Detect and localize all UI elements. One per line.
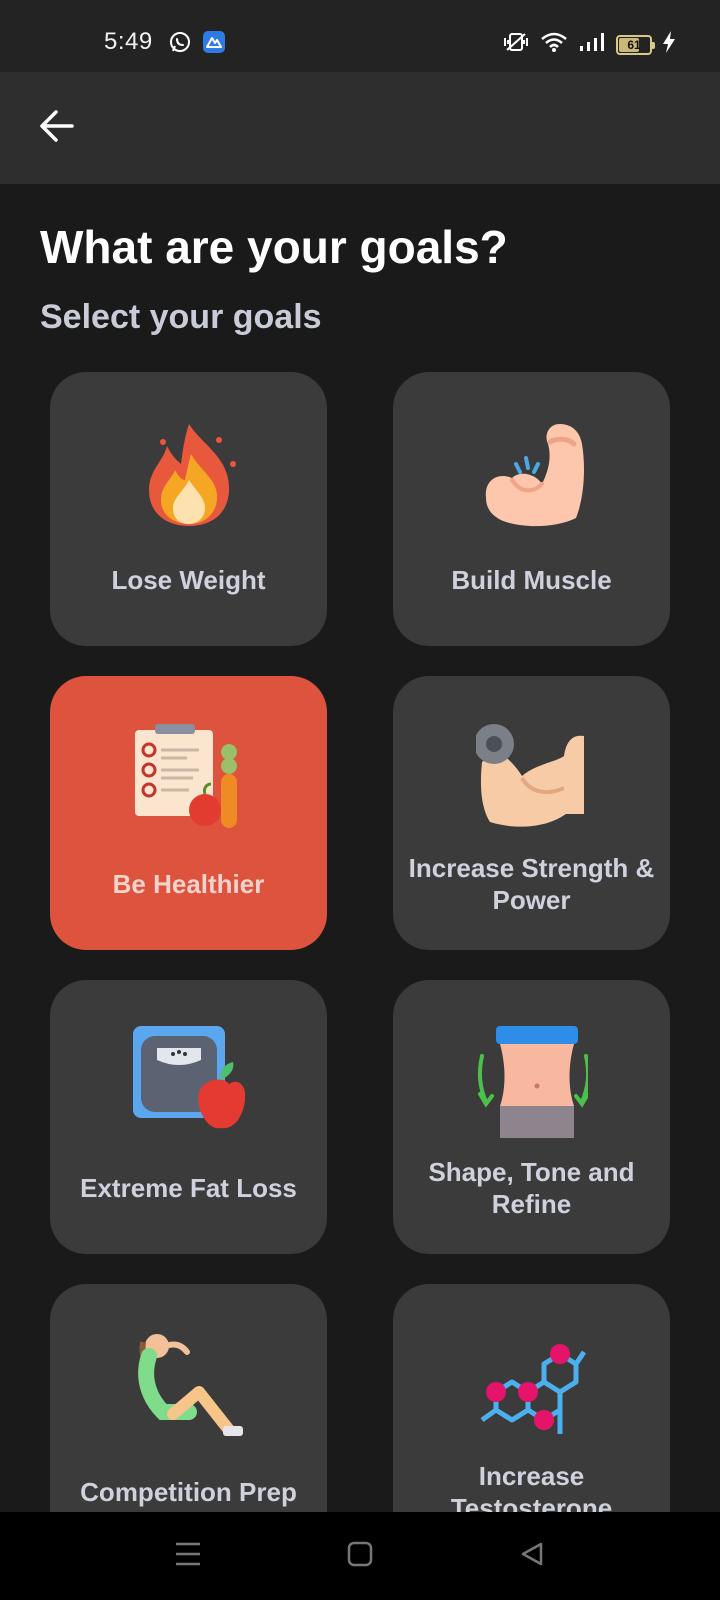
goal-card-shape-tone[interactable]: Shape, Tone and Refine — [393, 980, 670, 1254]
goal-card-be-healthier[interactable]: Be Healthier — [50, 676, 327, 950]
back-button[interactable] — [36, 108, 76, 148]
recent-apps-button[interactable] — [168, 1538, 208, 1574]
back-triangle-icon — [519, 1541, 545, 1572]
page-subtitle: Select your goals — [40, 298, 322, 336]
goal-card-build-muscle[interactable]: Build Muscle — [393, 372, 670, 646]
battery-icon: 61 — [616, 34, 655, 55]
battery-level: 61 — [627, 37, 641, 52]
home-icon — [347, 1541, 373, 1572]
goal-card-lose-weight[interactable]: Lose Weight — [50, 372, 327, 646]
goal-label: Increase Strength & Power — [408, 853, 655, 915]
home-button[interactable] — [340, 1538, 380, 1574]
wifi-icon — [540, 31, 568, 58]
vibrate-icon — [502, 31, 530, 58]
goal-card-increase-strength[interactable]: Increase Strength & Power — [393, 676, 670, 950]
status-left-icons — [168, 30, 226, 59]
scale-apple-icon — [132, 1026, 245, 1138]
app-bar — [0, 72, 720, 184]
goal-label: Extreme Fat Loss — [80, 1173, 297, 1203]
goal-label: Lose Weight — [111, 565, 266, 595]
status-bar: 5:49 61 — [0, 0, 720, 72]
page-title: What are your goals? — [40, 221, 508, 273]
charging-icon — [662, 30, 676, 59]
menu-icon — [174, 1541, 202, 1572]
checklist-food-icon — [133, 722, 245, 834]
goal-card-extreme-fat-loss[interactable]: Extreme Fat Loss — [50, 980, 327, 1254]
signal-icon — [578, 31, 606, 58]
goal-label: Build Muscle — [451, 565, 612, 595]
situp-icon — [133, 1330, 245, 1442]
status-time: 5:49 — [104, 28, 153, 55]
whatsapp-icon — [168, 30, 192, 59]
flexed-arm-icon — [476, 418, 588, 530]
status-right-icons: 61 — [502, 30, 676, 59]
goal-label: Be Healthier — [112, 869, 265, 899]
molecule-icon — [476, 1330, 588, 1442]
goal-label: Shape, Tone and Refine — [428, 1157, 635, 1219]
system-back-button[interactable] — [512, 1538, 552, 1574]
waist-icon — [476, 1026, 590, 1142]
goal-label: Competition Prep — [80, 1477, 297, 1507]
app-notification-icon — [202, 30, 226, 59]
system-nav-bar — [0, 1512, 720, 1600]
arrow-left-icon — [38, 109, 74, 148]
fire-icon — [133, 418, 245, 530]
arm-dumbbell-icon — [473, 722, 588, 834]
